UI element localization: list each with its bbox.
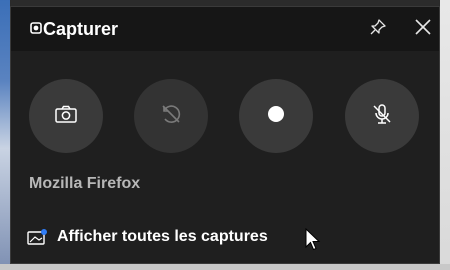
background-desktop-left [0, 0, 10, 270]
microphone-toggle-button[interactable] [345, 79, 419, 153]
screenshot-button[interactable] [29, 79, 103, 153]
show-all-captures-label: Afficher toutes les captures [57, 228, 268, 245]
record-last-button[interactable] [134, 79, 208, 153]
close-button[interactable] [411, 17, 435, 41]
capture-source-name: Mozilla Firefox [29, 175, 141, 192]
start-recording-button[interactable] [239, 79, 313, 153]
show-all-captures-link[interactable]: Afficher toutes les captures [27, 225, 268, 249]
background-desktop-bottom [0, 264, 450, 270]
capture-widget-icon [29, 21, 43, 35]
pin-button[interactable] [366, 17, 390, 41]
widget-title: Capturer [43, 19, 119, 39]
gallery-icon [27, 228, 49, 246]
background-desktop-right [440, 0, 450, 270]
widget-titlebar: Capturer [11, 7, 439, 51]
record-dot-icon [266, 104, 286, 129]
mouse-pointer-icon [305, 227, 321, 252]
mic-off-icon [370, 102, 394, 131]
pin-icon [368, 17, 388, 42]
camera-icon [54, 104, 78, 129]
close-icon [413, 17, 433, 42]
record-last-icon [159, 102, 183, 131]
capture-widget: Capturer Mozilla Firefox Afficher toutes… [10, 6, 440, 264]
